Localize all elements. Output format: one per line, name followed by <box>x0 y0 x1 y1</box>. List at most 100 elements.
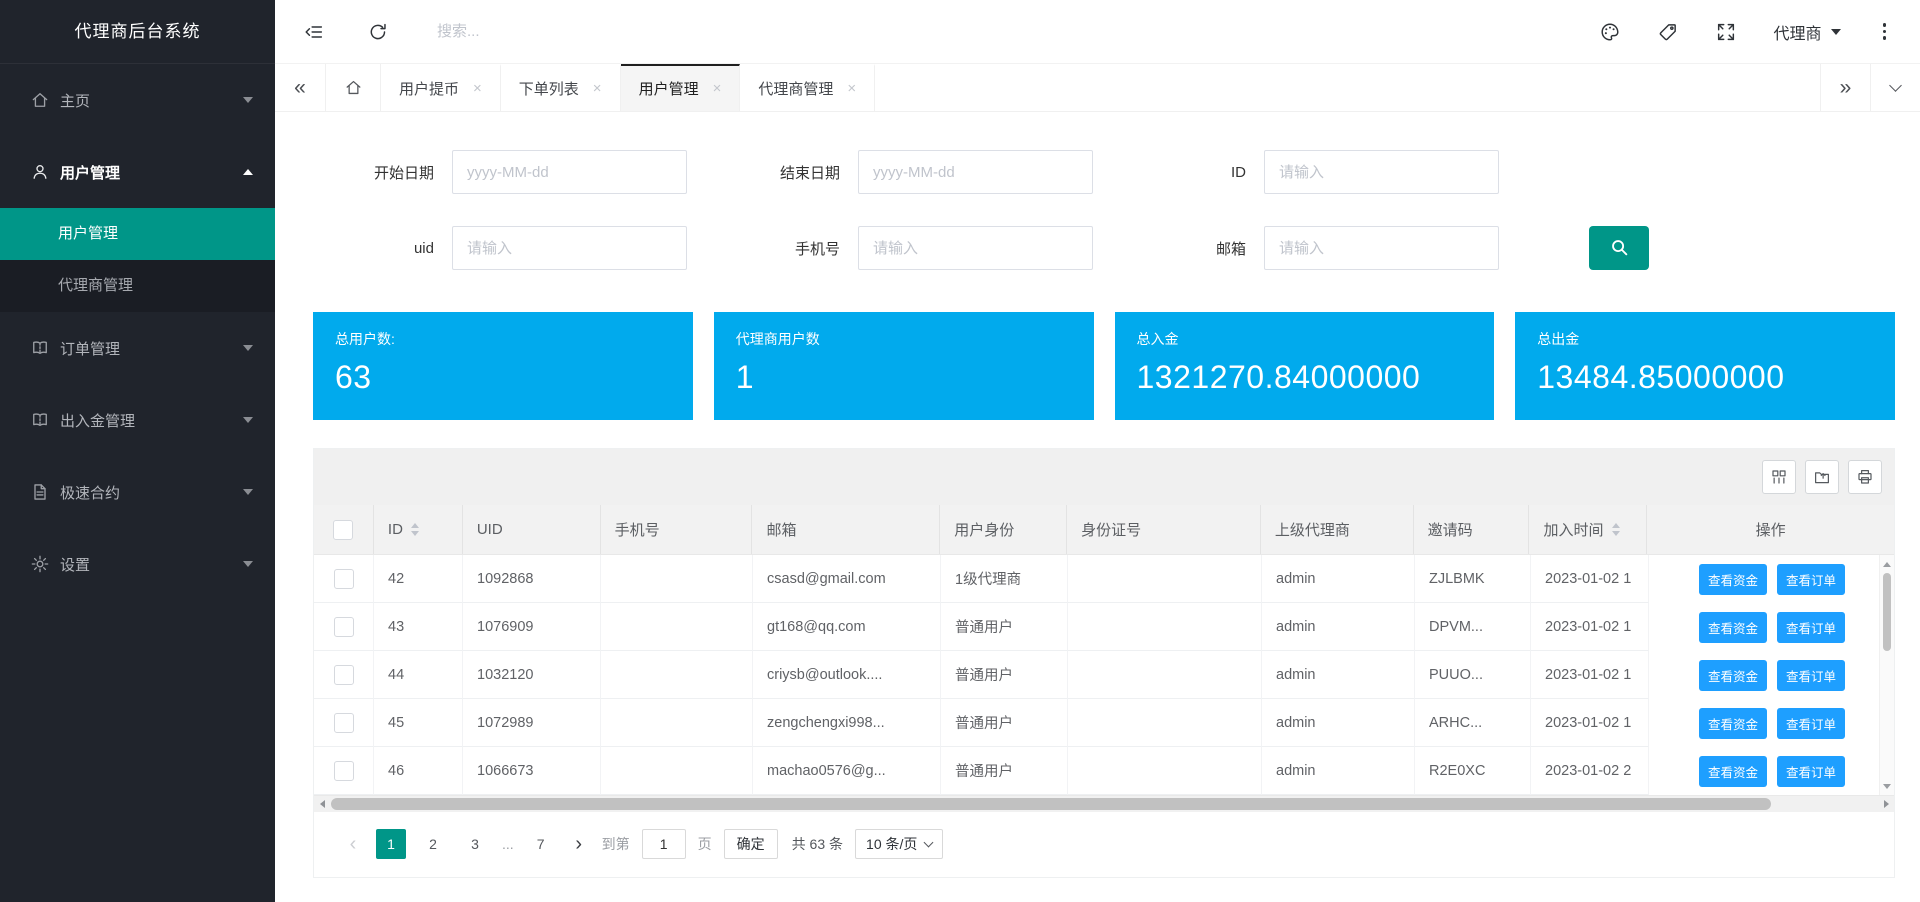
row-checkbox[interactable] <box>334 665 354 685</box>
search-button[interactable] <box>1589 226 1649 270</box>
export-button[interactable] <box>1805 460 1839 494</box>
sort-icon[interactable] <box>411 523 419 536</box>
sidebar: 代理商后台系统 主页用户管理用户管理代理商管理订单管理出入金管理极速合约设置 <box>0 0 275 902</box>
filter-field-email: 邮箱 <box>1151 226 1499 270</box>
page-size-select[interactable]: 10 条/页 <box>855 829 943 859</box>
sidebar-item-funds-management[interactable]: 出入金管理 <box>0 384 275 456</box>
sidebar-item-label: 主页 <box>60 90 90 111</box>
tabs-scroll-right-icon[interactable]: » <box>1820 64 1870 111</box>
cell: admin <box>1262 651 1415 699</box>
view-orders-button[interactable]: 查看订单 <box>1777 612 1845 643</box>
tab-close-icon[interactable]: × <box>473 80 482 97</box>
page-number[interactable]: 3 <box>460 829 490 859</box>
sidebar-item-label: 出入金管理 <box>60 410 135 431</box>
scroll-up-arrow[interactable] <box>1880 557 1894 571</box>
view-funds-button[interactable]: 查看资金 <box>1699 756 1767 787</box>
horizontal-scroll-thumb[interactable] <box>331 798 1771 810</box>
page-next-icon[interactable]: › <box>568 833 590 856</box>
horizontal-scrollbar[interactable] <box>314 795 1894 812</box>
tab-home[interactable] <box>325 64 381 111</box>
row-checkbox[interactable] <box>334 617 354 637</box>
tabs-scroll-left-icon[interactable]: « <box>275 64 325 111</box>
doc-icon <box>30 482 50 502</box>
pagination: ‹123...7›到第页确定共 63 条10 条/页 <box>314 812 1894 877</box>
stat-card: 代理商用户数1 <box>714 312 1094 420</box>
user-dropdown[interactable]: 代理商 <box>1773 20 1840 44</box>
view-orders-button[interactable]: 查看订单 <box>1777 564 1845 595</box>
vertical-scrollbar[interactable] <box>1879 555 1894 795</box>
uid-input[interactable] <box>452 226 687 270</box>
scroll-down-arrow[interactable] <box>1880 779 1894 793</box>
view-orders-button[interactable]: 查看订单 <box>1777 660 1845 691</box>
cell <box>1068 699 1262 747</box>
sidebar-submenu: 用户管理代理商管理 <box>0 208 275 312</box>
page-number[interactable]: 1 <box>376 829 406 859</box>
sidebar-item-user-management[interactable]: 用户管理 <box>0 136 275 208</box>
stat-cards: 总用户数:63代理商用户数1总入金1321270.84000000总出金1348… <box>313 312 1895 420</box>
fullscreen-icon[interactable] <box>1715 21 1737 43</box>
scroll-left-arrow[interactable] <box>314 796 330 812</box>
cell: 普通用户 <box>941 747 1068 795</box>
print-button[interactable] <box>1848 460 1882 494</box>
phone-input[interactable] <box>858 226 1093 270</box>
columns-button[interactable] <box>1762 460 1796 494</box>
tab-user-management[interactable]: 用户管理× <box>621 64 741 111</box>
row-checkbox[interactable] <box>334 761 354 781</box>
scroll-right-arrow[interactable] <box>1878 796 1894 812</box>
sidebar-item-settings[interactable]: 设置 <box>0 528 275 600</box>
view-funds-button[interactable]: 查看资金 <box>1699 660 1767 691</box>
page-number[interactable]: 7 <box>526 829 556 859</box>
collapse-sidebar-icon[interactable] <box>303 21 325 43</box>
cell <box>601 747 753 795</box>
cell: 2023-01-02 1 <box>1531 699 1649 747</box>
filter-label: 结束日期 <box>745 162 840 183</box>
start-date-input[interactable] <box>452 150 687 194</box>
view-funds-button[interactable]: 查看资金 <box>1699 564 1767 595</box>
view-funds-button[interactable]: 查看资金 <box>1699 708 1767 739</box>
cell: machao0576@g... <box>753 747 941 795</box>
row-select-cell <box>314 651 374 699</box>
id-input[interactable] <box>1264 150 1499 194</box>
sort-icon[interactable] <box>1612 523 1620 536</box>
page-prev-icon[interactable]: ‹ <box>342 833 364 856</box>
tab-close-icon[interactable]: × <box>847 80 856 97</box>
select-all-checkbox[interactable] <box>333 520 353 540</box>
view-orders-button[interactable]: 查看订单 <box>1777 708 1845 739</box>
global-search-input[interactable] <box>437 23 667 40</box>
column-header: 身份证号 <box>1067 505 1261 554</box>
tab-label: 用户提币 <box>399 78 459 99</box>
tab-agent-management[interactable]: 代理商管理× <box>740 64 875 111</box>
row-checkbox[interactable] <box>334 713 354 733</box>
page-number[interactable]: 2 <box>418 829 448 859</box>
refresh-icon[interactable] <box>367 21 389 43</box>
tag-icon[interactable] <box>1657 21 1679 43</box>
vertical-scroll-thumb[interactable] <box>1883 573 1891 651</box>
goto-page-input[interactable] <box>642 829 686 859</box>
column-header-label: 邮箱 <box>766 519 796 540</box>
theme-palette-icon[interactable] <box>1599 21 1621 43</box>
sidebar-subitem-user-management[interactable]: 用户管理 <box>0 208 275 260</box>
row-checkbox[interactable] <box>334 569 354 589</box>
tab-close-icon[interactable]: × <box>713 80 722 97</box>
cell <box>601 603 753 651</box>
confirm-button[interactable]: 确定 <box>724 829 778 859</box>
view-orders-button[interactable]: 查看订单 <box>1777 756 1845 787</box>
view-funds-button[interactable]: 查看资金 <box>1699 612 1767 643</box>
email-input[interactable] <box>1264 226 1499 270</box>
sidebar-item-fast-contract[interactable]: 极速合约 <box>0 456 275 528</box>
cell: gt168@qq.com <box>753 603 941 651</box>
sidebar-subitem-agent-management[interactable]: 代理商管理 <box>0 260 275 312</box>
sidebar-item-order-management[interactable]: 订单管理 <box>0 312 275 384</box>
more-menu-icon[interactable] <box>1877 21 1893 42</box>
tab-close-icon[interactable]: × <box>593 80 602 97</box>
tab-order-list[interactable]: 下单列表× <box>501 64 621 111</box>
table-toolbar <box>314 449 1894 505</box>
end-date-input[interactable] <box>858 150 1093 194</box>
cell: 2023-01-02 1 <box>1531 555 1649 603</box>
cell <box>1068 555 1262 603</box>
sidebar-item-home[interactable]: 主页 <box>0 64 275 136</box>
tab-user-withdraw[interactable]: 用户提币 × <box>381 64 501 111</box>
tabs-dropdown-icon[interactable] <box>1870 64 1920 111</box>
column-header: 手机号 <box>601 505 753 554</box>
cell: admin <box>1262 747 1415 795</box>
